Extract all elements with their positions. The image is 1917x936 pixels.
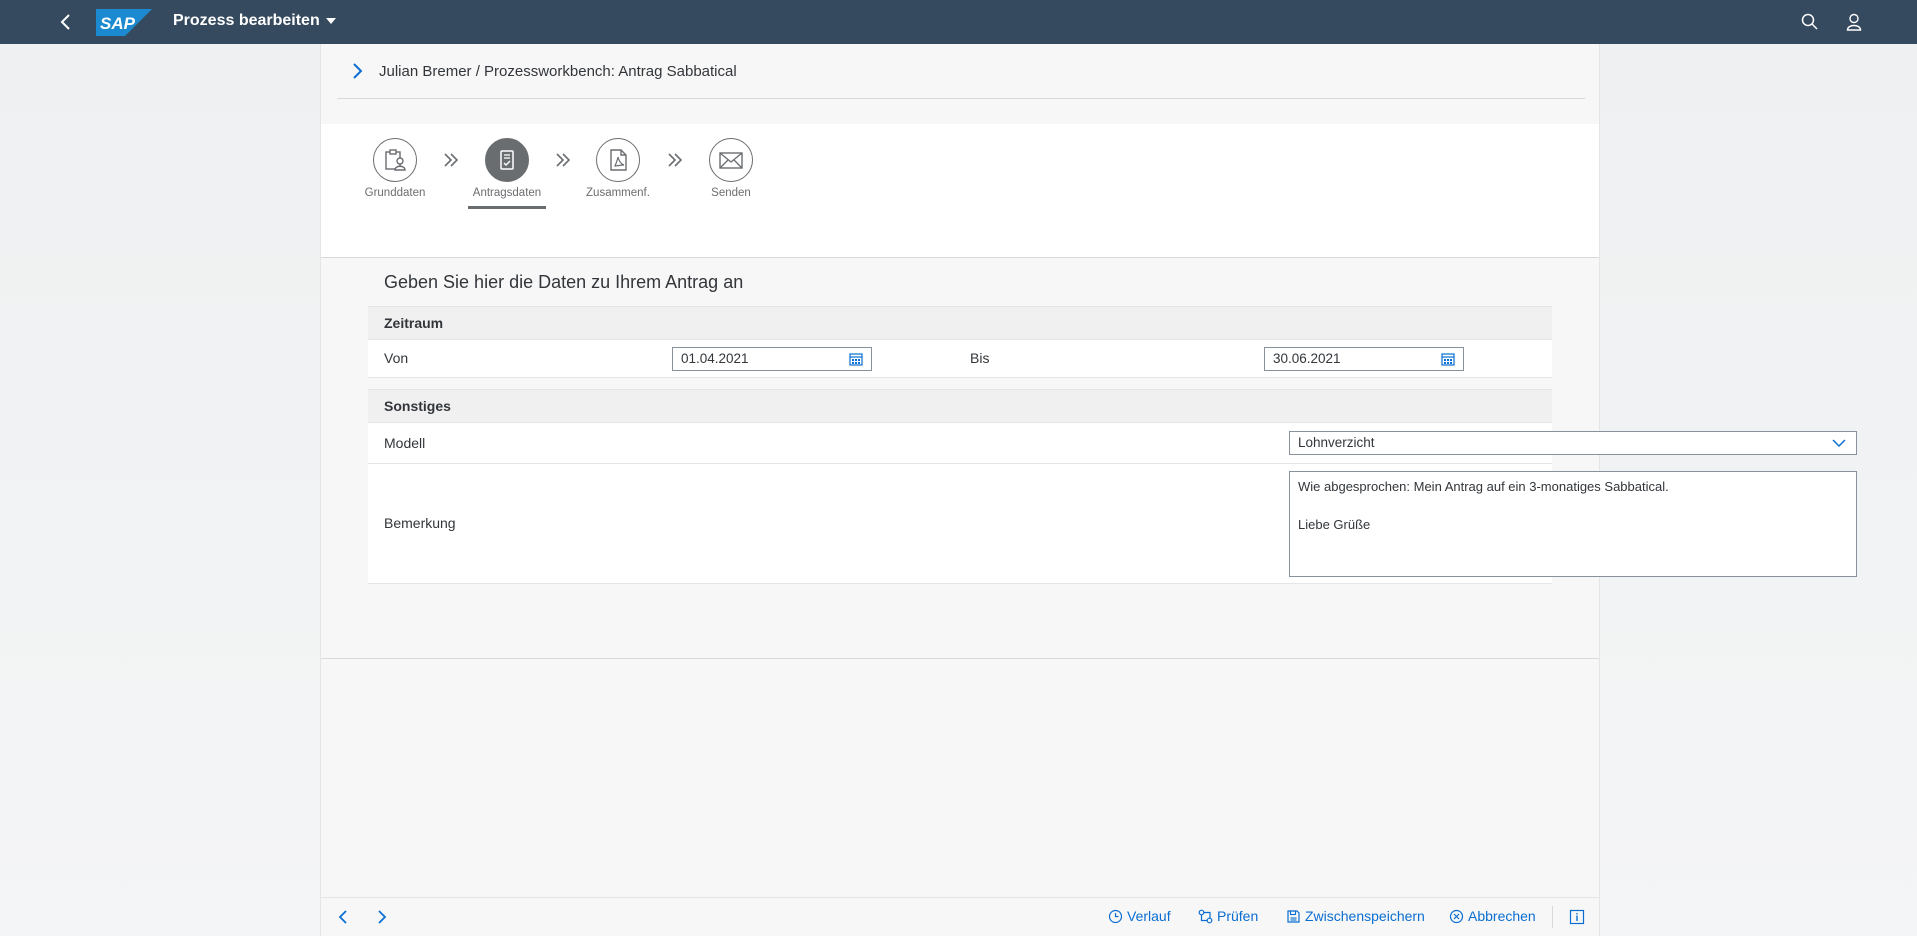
next-icon[interactable]	[374, 909, 390, 925]
wizard-step-antragsdaten[interactable]: Antragsdaten	[462, 138, 552, 209]
bis-label: Bis	[970, 350, 990, 366]
bis-date-value: 30.06.2021	[1273, 351, 1341, 366]
cancel-icon	[1449, 909, 1464, 923]
von-date-field[interactable]: 01.04.2021	[672, 347, 872, 371]
wizard-step-label: Antragsdaten	[472, 187, 542, 199]
abbrechen-button[interactable]: Abbrechen	[1449, 908, 1536, 924]
zwischenspeichern-button[interactable]: Zwischenspeichern	[1286, 908, 1425, 924]
von-date-value: 01.04.2021	[681, 351, 749, 366]
double-chevron-icon	[444, 153, 459, 167]
active-step-indicator	[468, 206, 546, 209]
zeitraum-row: Von 01.04.2021 Bis 30.06.2021	[368, 340, 1552, 378]
bis-date-field[interactable]: 30.06.2021	[1264, 347, 1464, 371]
check-process-icon	[1198, 909, 1213, 923]
modell-label: Modell	[384, 435, 426, 451]
clipboard-user-icon	[373, 138, 417, 182]
bemerkung-row: Bemerkung Wie abgesprochen: Mein Antrag …	[368, 464, 1857, 584]
chevron-down-icon[interactable]	[1832, 439, 1846, 448]
breadcrumb: Julian Bremer / Prozessworkbench: Antrag…	[337, 44, 1585, 99]
pdf-document-icon	[596, 138, 640, 182]
calendar-icon[interactable]	[1441, 352, 1455, 366]
search-icon[interactable]	[1800, 12, 1820, 32]
verlauf-label: Verlauf	[1127, 908, 1171, 924]
modell-row: Modell Lohnverzicht	[368, 423, 1857, 464]
wizard-step-label: Zusammenf.	[586, 187, 650, 199]
back-icon[interactable]	[56, 12, 76, 32]
footer-toolbar: Verlauf Prüfen Zwischenspeichern Abbrech…	[321, 897, 1599, 936]
wizard-step-senden[interactable]: Senden	[686, 138, 776, 199]
double-chevron-icon	[556, 153, 571, 167]
app-title: Prozess bearbeiten	[173, 12, 320, 29]
group-header-zeitraum: Zeitraum	[368, 306, 1552, 340]
shell-bar: SAP Prozess bearbeiten	[0, 0, 1917, 44]
content-separator	[321, 658, 1599, 659]
save-icon	[1287, 909, 1300, 923]
footer-divider	[1552, 906, 1553, 928]
svg-text:SAP: SAP	[100, 14, 136, 33]
group-header-sonstiges: Sonstiges	[368, 389, 1552, 423]
abbrechen-label: Abbrechen	[1468, 908, 1536, 924]
von-label: Von	[384, 350, 409, 366]
document-check-icon	[485, 138, 529, 182]
calendar-icon[interactable]	[849, 352, 863, 366]
zwischenspeichern-label: Zwischenspeichern	[1305, 908, 1425, 924]
app-title-menu[interactable]: Prozess bearbeiten	[173, 12, 336, 30]
wizard-step-label: Senden	[711, 187, 751, 199]
previous-icon[interactable]	[335, 909, 351, 925]
bemerkung-textarea[interactable]: Wie abgesprochen: Mein Antrag auf ein 3-…	[1289, 471, 1857, 577]
verlauf-button[interactable]: Verlauf	[1108, 908, 1171, 924]
chevron-right-icon[interactable]	[351, 62, 365, 80]
breadcrumb-text: Julian Bremer / Prozessworkbench: Antrag…	[379, 62, 737, 80]
caret-down-icon	[325, 18, 336, 24]
sap-logo[interactable]: SAP	[96, 9, 152, 36]
double-chevron-icon	[668, 153, 683, 167]
envelope-icon	[709, 138, 753, 182]
main-panel: Julian Bremer / Prozessworkbench: Antrag…	[320, 44, 1857, 936]
wizard-step-zusammenfassung[interactable]: Zusammenf.	[573, 138, 663, 199]
wizard-step-label: Grunddaten	[364, 187, 426, 199]
pruefen-button[interactable]: Prüfen	[1198, 908, 1258, 924]
wizard-step-grunddaten[interactable]: Grunddaten	[350, 138, 440, 199]
history-icon	[1108, 909, 1123, 923]
user-icon[interactable]	[1844, 12, 1864, 32]
form-title: Geben Sie hier die Daten zu Ihrem Antrag…	[384, 272, 744, 292]
modell-value: Lohnverzicht	[1298, 435, 1375, 450]
bemerkung-label: Bemerkung	[384, 515, 456, 531]
process-wizard: Grunddaten Antragsdaten Zusammenf. Sende…	[321, 124, 1599, 258]
pruefen-label: Prüfen	[1217, 908, 1259, 924]
info-icon[interactable]	[1569, 909, 1585, 925]
modell-select[interactable]: Lohnverzicht	[1289, 431, 1857, 455]
